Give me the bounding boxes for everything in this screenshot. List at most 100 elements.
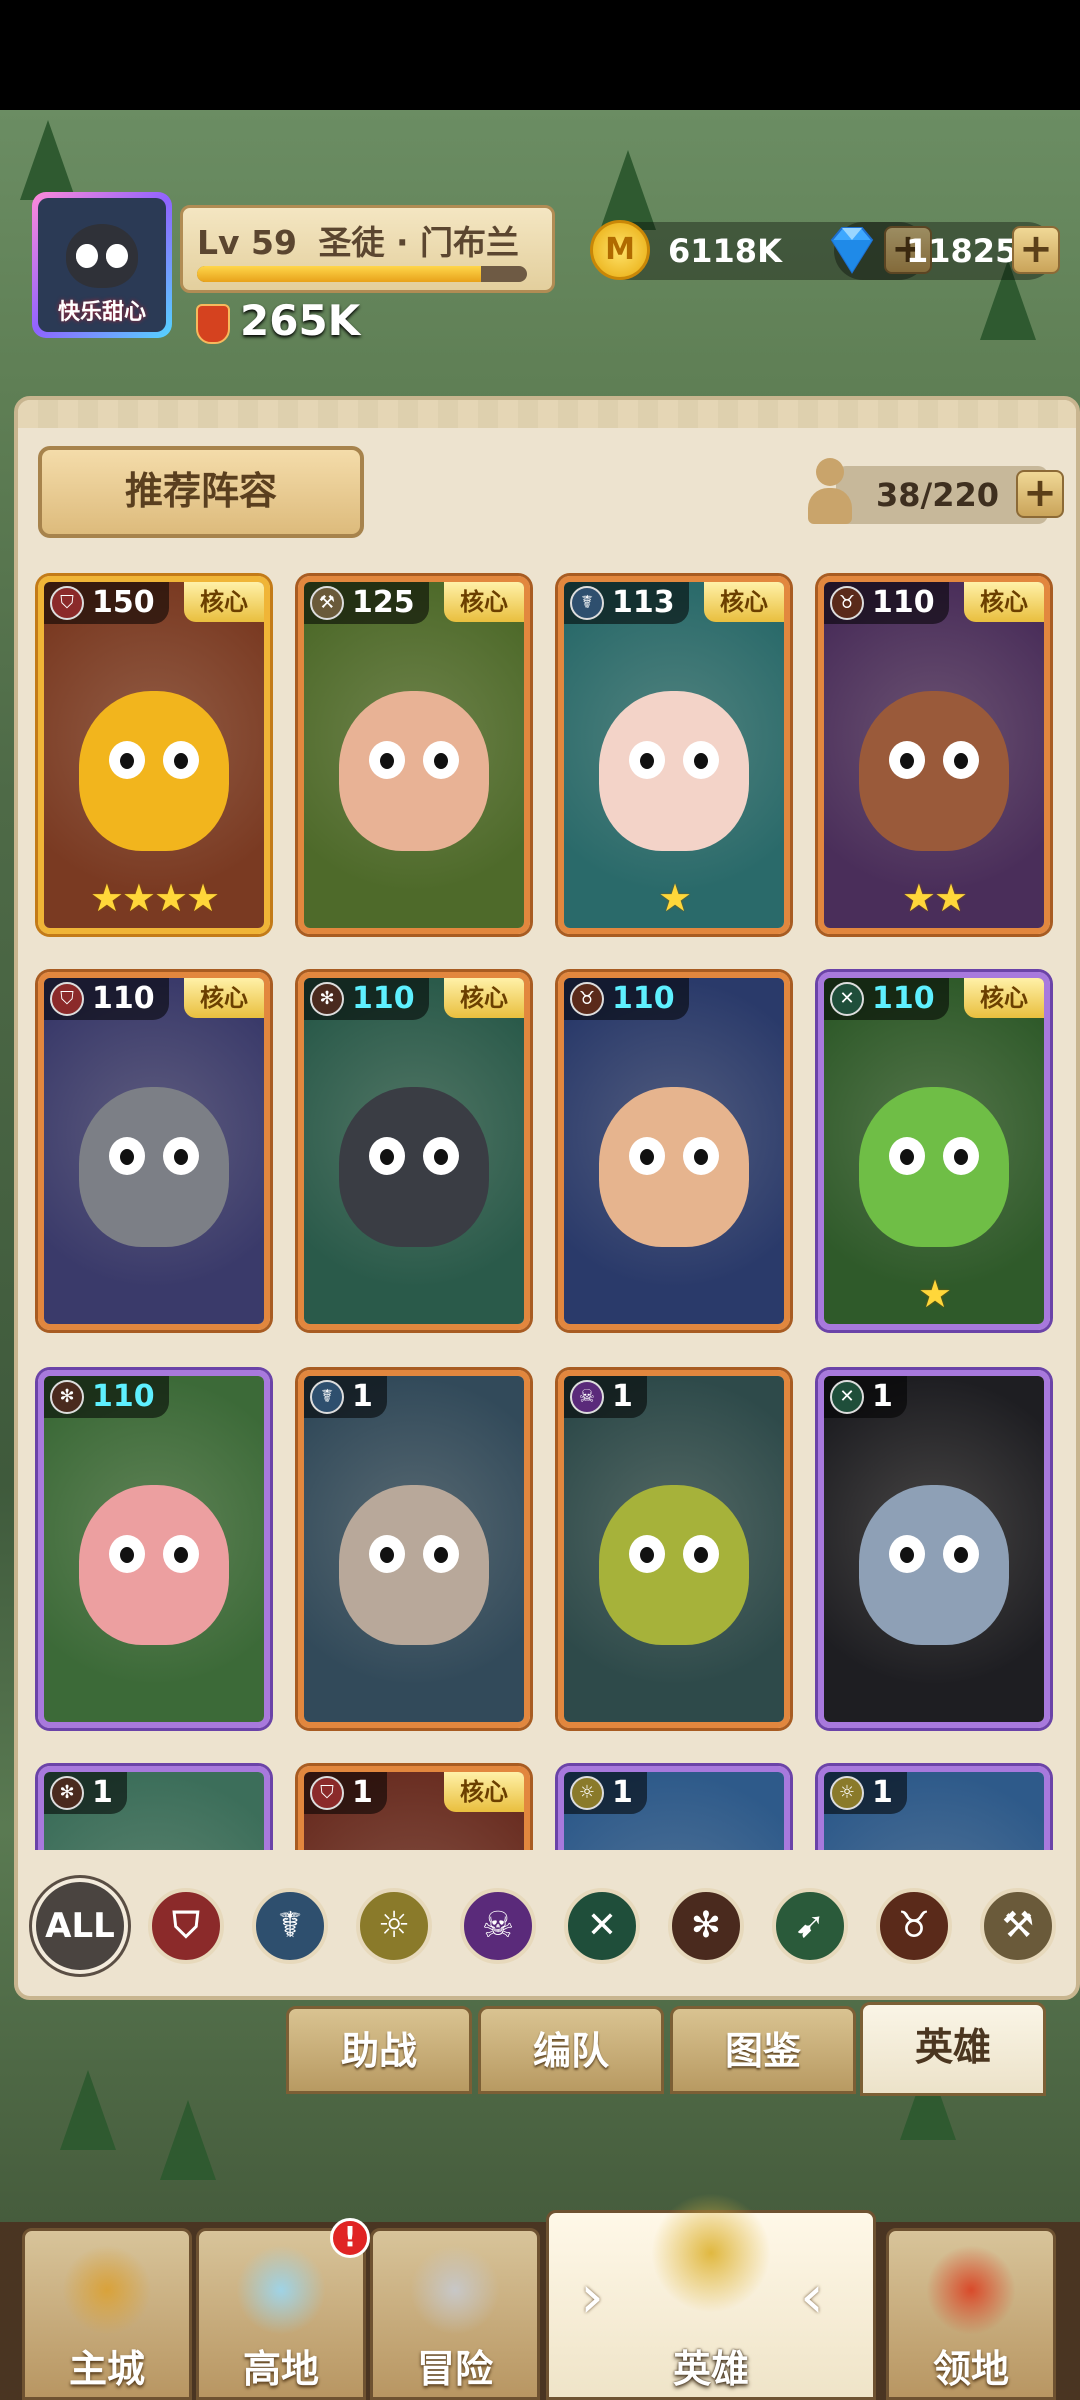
hero-card[interactable]: 1 ✻ xyxy=(38,1766,270,1850)
hero-face xyxy=(859,1087,1009,1247)
hero-card[interactable]: 1 ✕ xyxy=(818,1370,1050,1728)
core-badge: 核心 xyxy=(444,582,524,622)
sword-faction-icon: ✕ xyxy=(830,982,864,1016)
swords-faction-icon: ✕ xyxy=(586,1905,618,1946)
chevron-right-icon: › xyxy=(580,2262,604,2332)
tab-图鉴[interactable]: 图鉴 xyxy=(670,2006,856,2094)
hero-face xyxy=(599,691,749,851)
hero-eye xyxy=(683,1535,719,1573)
shield-faction-icon: ⛉ xyxy=(310,1776,344,1810)
castle-icon xyxy=(62,2245,152,2335)
bull-faction-icon: ♉ xyxy=(897,1905,931,1946)
hero-eye xyxy=(629,1535,665,1573)
hero-eye xyxy=(889,741,925,779)
filter-paw-faction-button[interactable]: ✻ xyxy=(668,1888,744,1964)
hero-portrait xyxy=(824,1376,1044,1722)
filter-swords-faction-button[interactable]: ✕ xyxy=(564,1888,640,1964)
tab-编队[interactable]: 编队 xyxy=(478,2006,664,2094)
highland-icon xyxy=(236,2245,326,2335)
gold-coin-icon: M xyxy=(590,220,650,280)
hero-face xyxy=(599,1087,749,1247)
paw-faction-icon: ✻ xyxy=(310,982,344,1016)
bull-faction-icon: ♉ xyxy=(570,982,604,1016)
hero-portrait xyxy=(44,1376,264,1722)
paw-faction-icon: ✻ xyxy=(50,1776,84,1810)
nav-castle[interactable]: 主城 xyxy=(22,2228,192,2400)
water-faction-icon: ☤ xyxy=(277,1905,303,1946)
nav-crossed-swords[interactable]: 冒险 xyxy=(370,2228,540,2400)
hero-card[interactable]: 110 ♉ xyxy=(558,972,790,1330)
hero-portrait xyxy=(44,978,264,1324)
hero-eye xyxy=(943,1535,979,1573)
shield-faction-icon: ⛉ xyxy=(50,982,84,1016)
hero-card[interactable]: 1 ☼ xyxy=(818,1766,1050,1850)
chevron-left-icon: ‹ xyxy=(800,2262,824,2332)
core-badge: 核心 xyxy=(184,582,264,622)
add-gems-button[interactable]: + xyxy=(1012,226,1060,274)
hero-card[interactable]: 125 ⚒ 核心 xyxy=(298,576,530,934)
hero-card[interactable]: 110 ♉ 核心 ★★ xyxy=(818,576,1050,934)
hero-card[interactable]: 110 ⛉ 核心 xyxy=(38,972,270,1330)
paw-faction-icon: ✻ xyxy=(50,1380,84,1414)
skull-faction-icon: ☠ xyxy=(481,1905,515,1946)
filter-sun-faction-button[interactable]: ☼ xyxy=(356,1888,432,1964)
bull-faction-icon: ♉ xyxy=(830,586,864,620)
hero-grid: 150 ⛉ 核心 ★★★★ 125 ⚒ 核心 113 ☤ 核心 ★ 110 ♉ 核心 ★★ 110 ⛉ 核心 110… xyxy=(18,400,1076,1850)
hero-portrait xyxy=(304,1376,524,1722)
core-badge: 核心 xyxy=(964,978,1044,1018)
hero-card[interactable]: 150 ⛉ 核心 ★★★★ xyxy=(38,576,270,934)
nav-label: 领地 xyxy=(932,2347,1009,2391)
nav-territory-banner[interactable]: 领地 xyxy=(886,2228,1056,2400)
player-level-panel[interactable]: Lv 59 圣徒 · 门布兰 xyxy=(180,205,555,293)
hero-eye xyxy=(163,1137,199,1175)
faction-filter-row: ALL ⛉ ☤ ☼ ☠ ✕ ✻ ➹ ♉ ⚒ xyxy=(28,1870,1068,1980)
tab-助战[interactable]: 助战 xyxy=(286,2006,472,2094)
avatar-portrait xyxy=(66,224,138,288)
hammer-faction-icon: ⚒ xyxy=(1001,1905,1035,1946)
filter-hammer-faction-button[interactable]: ⚒ xyxy=(980,1888,1056,1964)
filter-bow-faction-button[interactable]: ➹ xyxy=(772,1888,848,1964)
water-faction-icon: ☤ xyxy=(570,586,604,620)
hero-card[interactable]: 1 ☼ xyxy=(558,1766,790,1850)
filter-all-button[interactable]: ALL xyxy=(32,1878,128,1974)
core-badge: 核心 xyxy=(184,978,264,1018)
tab-英雄[interactable]: 英雄 xyxy=(860,2002,1046,2096)
hero-card[interactable]: 1 ☠ xyxy=(558,1370,790,1728)
hero-face xyxy=(79,1087,229,1247)
hero-face xyxy=(339,1087,489,1247)
hero-card[interactable]: 113 ☤ 核心 ★ xyxy=(558,576,790,934)
sun-faction-icon: ☼ xyxy=(570,1776,604,1810)
hero-stars: ★ xyxy=(657,876,692,920)
hero-card[interactable]: 1 ☤ xyxy=(298,1370,530,1728)
filter-skull-faction-button[interactable]: ☠ xyxy=(460,1888,536,1964)
gold-amount: 6118K xyxy=(668,232,782,270)
hero-eye xyxy=(889,1137,925,1175)
player-avatar[interactable]: 快乐甜心 xyxy=(32,192,172,338)
paw-faction-icon: ✻ xyxy=(690,1905,722,1946)
hero-card[interactable]: 110 ✻ 核心 xyxy=(298,972,530,1330)
hero-face xyxy=(339,691,489,851)
filter-bull-faction-button[interactable]: ♉ xyxy=(876,1888,952,1964)
xp-bar-fill xyxy=(197,266,481,282)
filter-shield-faction-button[interactable]: ⛉ xyxy=(148,1888,224,1964)
hero-eye xyxy=(109,741,145,779)
hero-eye xyxy=(943,1137,979,1175)
core-badge: 核心 xyxy=(704,582,784,622)
hero-eye xyxy=(943,741,979,779)
hero-eye xyxy=(369,741,405,779)
player-level-title: Lv 59 圣徒 · 门布兰 xyxy=(197,216,519,264)
hero-card[interactable]: 110 ✻ xyxy=(38,1370,270,1728)
gem-currency: 11825 + xyxy=(830,222,1060,280)
hero-eye xyxy=(109,1535,145,1573)
shield-faction-icon: ⛉ xyxy=(50,586,84,620)
hero-eye xyxy=(423,1137,459,1175)
diamond-icon xyxy=(830,227,874,274)
hero-card[interactable]: 1 ⛉ 核心 xyxy=(298,1766,530,1850)
filter-water-faction-button[interactable]: ☤ xyxy=(252,1888,328,1964)
water-faction-icon: ☤ xyxy=(310,1380,344,1414)
gem-amount: 11825 xyxy=(906,232,1018,270)
hero-card[interactable]: 110 ✕ 核心 ★ xyxy=(818,972,1050,1330)
sword-faction-icon: ✕ xyxy=(830,1380,864,1414)
nav-label: 主城 xyxy=(68,2347,145,2391)
hero-helmet-icon xyxy=(651,2193,771,2313)
